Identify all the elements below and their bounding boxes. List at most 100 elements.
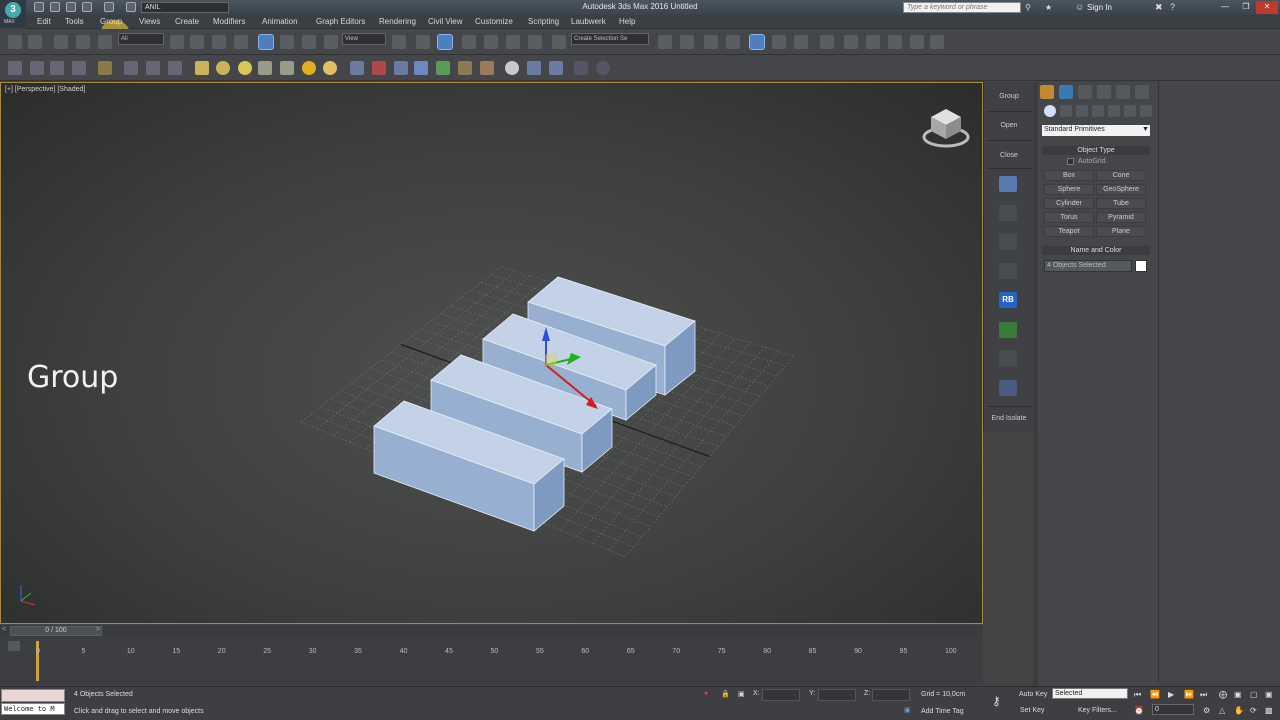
name-color-rollout[interactable]: Name and Color: [1042, 246, 1150, 255]
subscription-icon[interactable]: ★: [1045, 3, 1052, 12]
menu-customize[interactable]: Customize: [475, 17, 513, 26]
select-manipulate-icon[interactable]: [416, 35, 430, 49]
sun-icon[interactable]: [302, 61, 316, 75]
utilities-tab-icon[interactable]: [1135, 85, 1149, 99]
rectangular-selection-icon[interactable]: [212, 35, 226, 49]
search-icon[interactable]: ⚲: [1025, 3, 1031, 12]
layer-explorer-icon[interactable]: [704, 35, 718, 49]
hierarchy-icon[interactable]: [999, 263, 1017, 279]
auto-key-button[interactable]: Auto Key: [1019, 691, 1047, 698]
window-crossing-icon[interactable]: [234, 35, 248, 49]
schematic-view-icon[interactable]: [794, 35, 808, 49]
menu-graph-editors[interactable]: Graph Editors: [316, 17, 365, 26]
clone-icon[interactable]: [574, 61, 588, 75]
mirror-icon[interactable]: [658, 35, 672, 49]
key-icon[interactable]: ⚷: [992, 694, 1001, 708]
pan-view-icon[interactable]: ✋: [1234, 706, 1244, 715]
menu-help[interactable]: Help: [619, 17, 635, 26]
menu-scripting[interactable]: Scripting: [528, 17, 559, 26]
time-slider[interactable]: < 0 / 100 >: [0, 625, 983, 637]
track-bar[interactable]: [0, 637, 983, 685]
spinner-snap-icon[interactable]: [528, 35, 542, 49]
rendered-frame-window-icon[interactable]: [866, 35, 880, 49]
box-button[interactable]: Box: [1044, 170, 1094, 181]
object-type-rollout[interactable]: Object Type: [1042, 146, 1150, 155]
material-ball-icon[interactable]: [505, 61, 519, 75]
space-warps-icon[interactable]: [1124, 105, 1136, 117]
prev-frame-icon[interactable]: <: [2, 626, 6, 633]
grid-icon[interactable]: [350, 61, 364, 75]
keyboard-shortcut-override-icon[interactable]: [437, 34, 453, 50]
menu-modifiers[interactable]: Modifiers: [213, 17, 245, 26]
material-editor-icon[interactable]: [820, 35, 834, 49]
toggle-ribbon-icon[interactable]: [726, 35, 740, 49]
motion-tab-icon[interactable]: [1097, 85, 1111, 99]
create-tab-icon[interactable]: [1040, 85, 1054, 99]
set-key-button[interactable]: Set Key: [1020, 707, 1045, 714]
systems-icon[interactable]: [1140, 105, 1152, 117]
bind-spacewarp-icon[interactable]: [98, 35, 112, 49]
object-name-field[interactable]: 4 Objects Selected: [1044, 260, 1132, 272]
help-icon[interactable]: ?: [1170, 2, 1175, 12]
sphere-icon[interactable]: [216, 61, 230, 75]
select-scale-icon[interactable]: [302, 35, 316, 49]
key-mode-toggle-icon[interactable]: ⏰: [1134, 706, 1144, 715]
maxscript-output[interactable]: Welcome to M: [1, 703, 65, 715]
light-icon[interactable]: [195, 61, 209, 75]
exchange-icon[interactable]: ✖: [1155, 2, 1163, 13]
render-frame-icon[interactable]: [549, 61, 563, 75]
curve-editor-mini-icon[interactable]: [8, 641, 20, 651]
select-place-icon[interactable]: [324, 35, 338, 49]
menu-views[interactable]: Views: [139, 17, 160, 26]
current-frame-field[interactable]: 0: [1152, 704, 1194, 715]
zoom-extents-all-icon[interactable]: ▣: [1265, 690, 1273, 699]
link-icon[interactable]: [54, 35, 68, 49]
crowd-icon[interactable]: [480, 61, 494, 75]
save-file-icon[interactable]: [66, 2, 76, 12]
menu-laubwerk[interactable]: Laubwerk: [571, 17, 606, 26]
geometry-icon[interactable]: [1044, 105, 1056, 117]
undo-quick-icon[interactable]: [82, 2, 92, 12]
primitive-category-dropdown[interactable]: Standard Primitives: [1042, 125, 1150, 136]
orbit-icon[interactable]: ⟳: [1250, 706, 1257, 715]
zoom-icon[interactable]: ⨁: [1219, 690, 1227, 699]
menu-tools[interactable]: Tools: [65, 17, 84, 26]
restore-icon[interactable]: ❐: [1235, 1, 1257, 14]
open-group-button[interactable]: Open: [984, 122, 1034, 129]
reference-coordinate-dropdown[interactable]: View: [342, 33, 386, 45]
time-marker[interactable]: [36, 641, 39, 681]
isolate-icon[interactable]: ●: [704, 690, 708, 697]
perspective-viewport[interactable]: [+] [Perspective] [Shaded] Group: [0, 82, 983, 624]
batch-render-icon[interactable]: [527, 61, 541, 75]
snaps-toggle-icon[interactable]: [462, 35, 476, 49]
shapes-icon[interactable]: [1060, 105, 1072, 117]
maxscript-listener[interactable]: [1, 689, 65, 702]
help-circle-icon[interactable]: [596, 61, 610, 75]
zoom-all-icon[interactable]: ▣: [1234, 690, 1242, 699]
layers-icon[interactable]: [50, 61, 64, 75]
z-coordinate-field[interactable]: [872, 689, 910, 701]
go-to-start-icon[interactable]: ⏮: [1134, 690, 1141, 700]
viewcube[interactable]: [921, 103, 973, 149]
maximize-viewport-icon[interactable]: ▩: [1265, 706, 1273, 715]
menu-civil-view[interactable]: Civil View: [428, 17, 463, 26]
camera-icon[interactable]: [98, 61, 112, 75]
display-tab-icon[interactable]: [1116, 85, 1130, 99]
particle-icon[interactable]: [168, 61, 182, 75]
selection-filter-dropdown[interactable]: All: [118, 33, 164, 45]
edit-named-selection-icon[interactable]: [552, 35, 566, 49]
select-rotate-icon[interactable]: [280, 35, 294, 49]
curve-editor-icon[interactable]: [772, 35, 786, 49]
pivot-center-icon[interactable]: [392, 35, 406, 49]
next-key-icon[interactable]: ⏩: [1184, 690, 1194, 699]
omni-light-icon[interactable]: [238, 61, 252, 75]
torus-button[interactable]: Torus: [1044, 212, 1094, 223]
torus-icon[interactable]: [258, 61, 272, 75]
field-of-view-icon[interactable]: △: [1219, 706, 1225, 715]
zoom-extents-icon[interactable]: ▢: [1250, 690, 1258, 699]
geosphere-button[interactable]: GeoSphere: [1096, 184, 1146, 195]
search-input[interactable]: Type a keyword or phrase: [903, 2, 1021, 13]
menu-rendering[interactable]: Rendering: [379, 17, 416, 26]
undo-icon[interactable]: [8, 35, 22, 49]
plane-button[interactable]: Plane: [1096, 226, 1146, 237]
